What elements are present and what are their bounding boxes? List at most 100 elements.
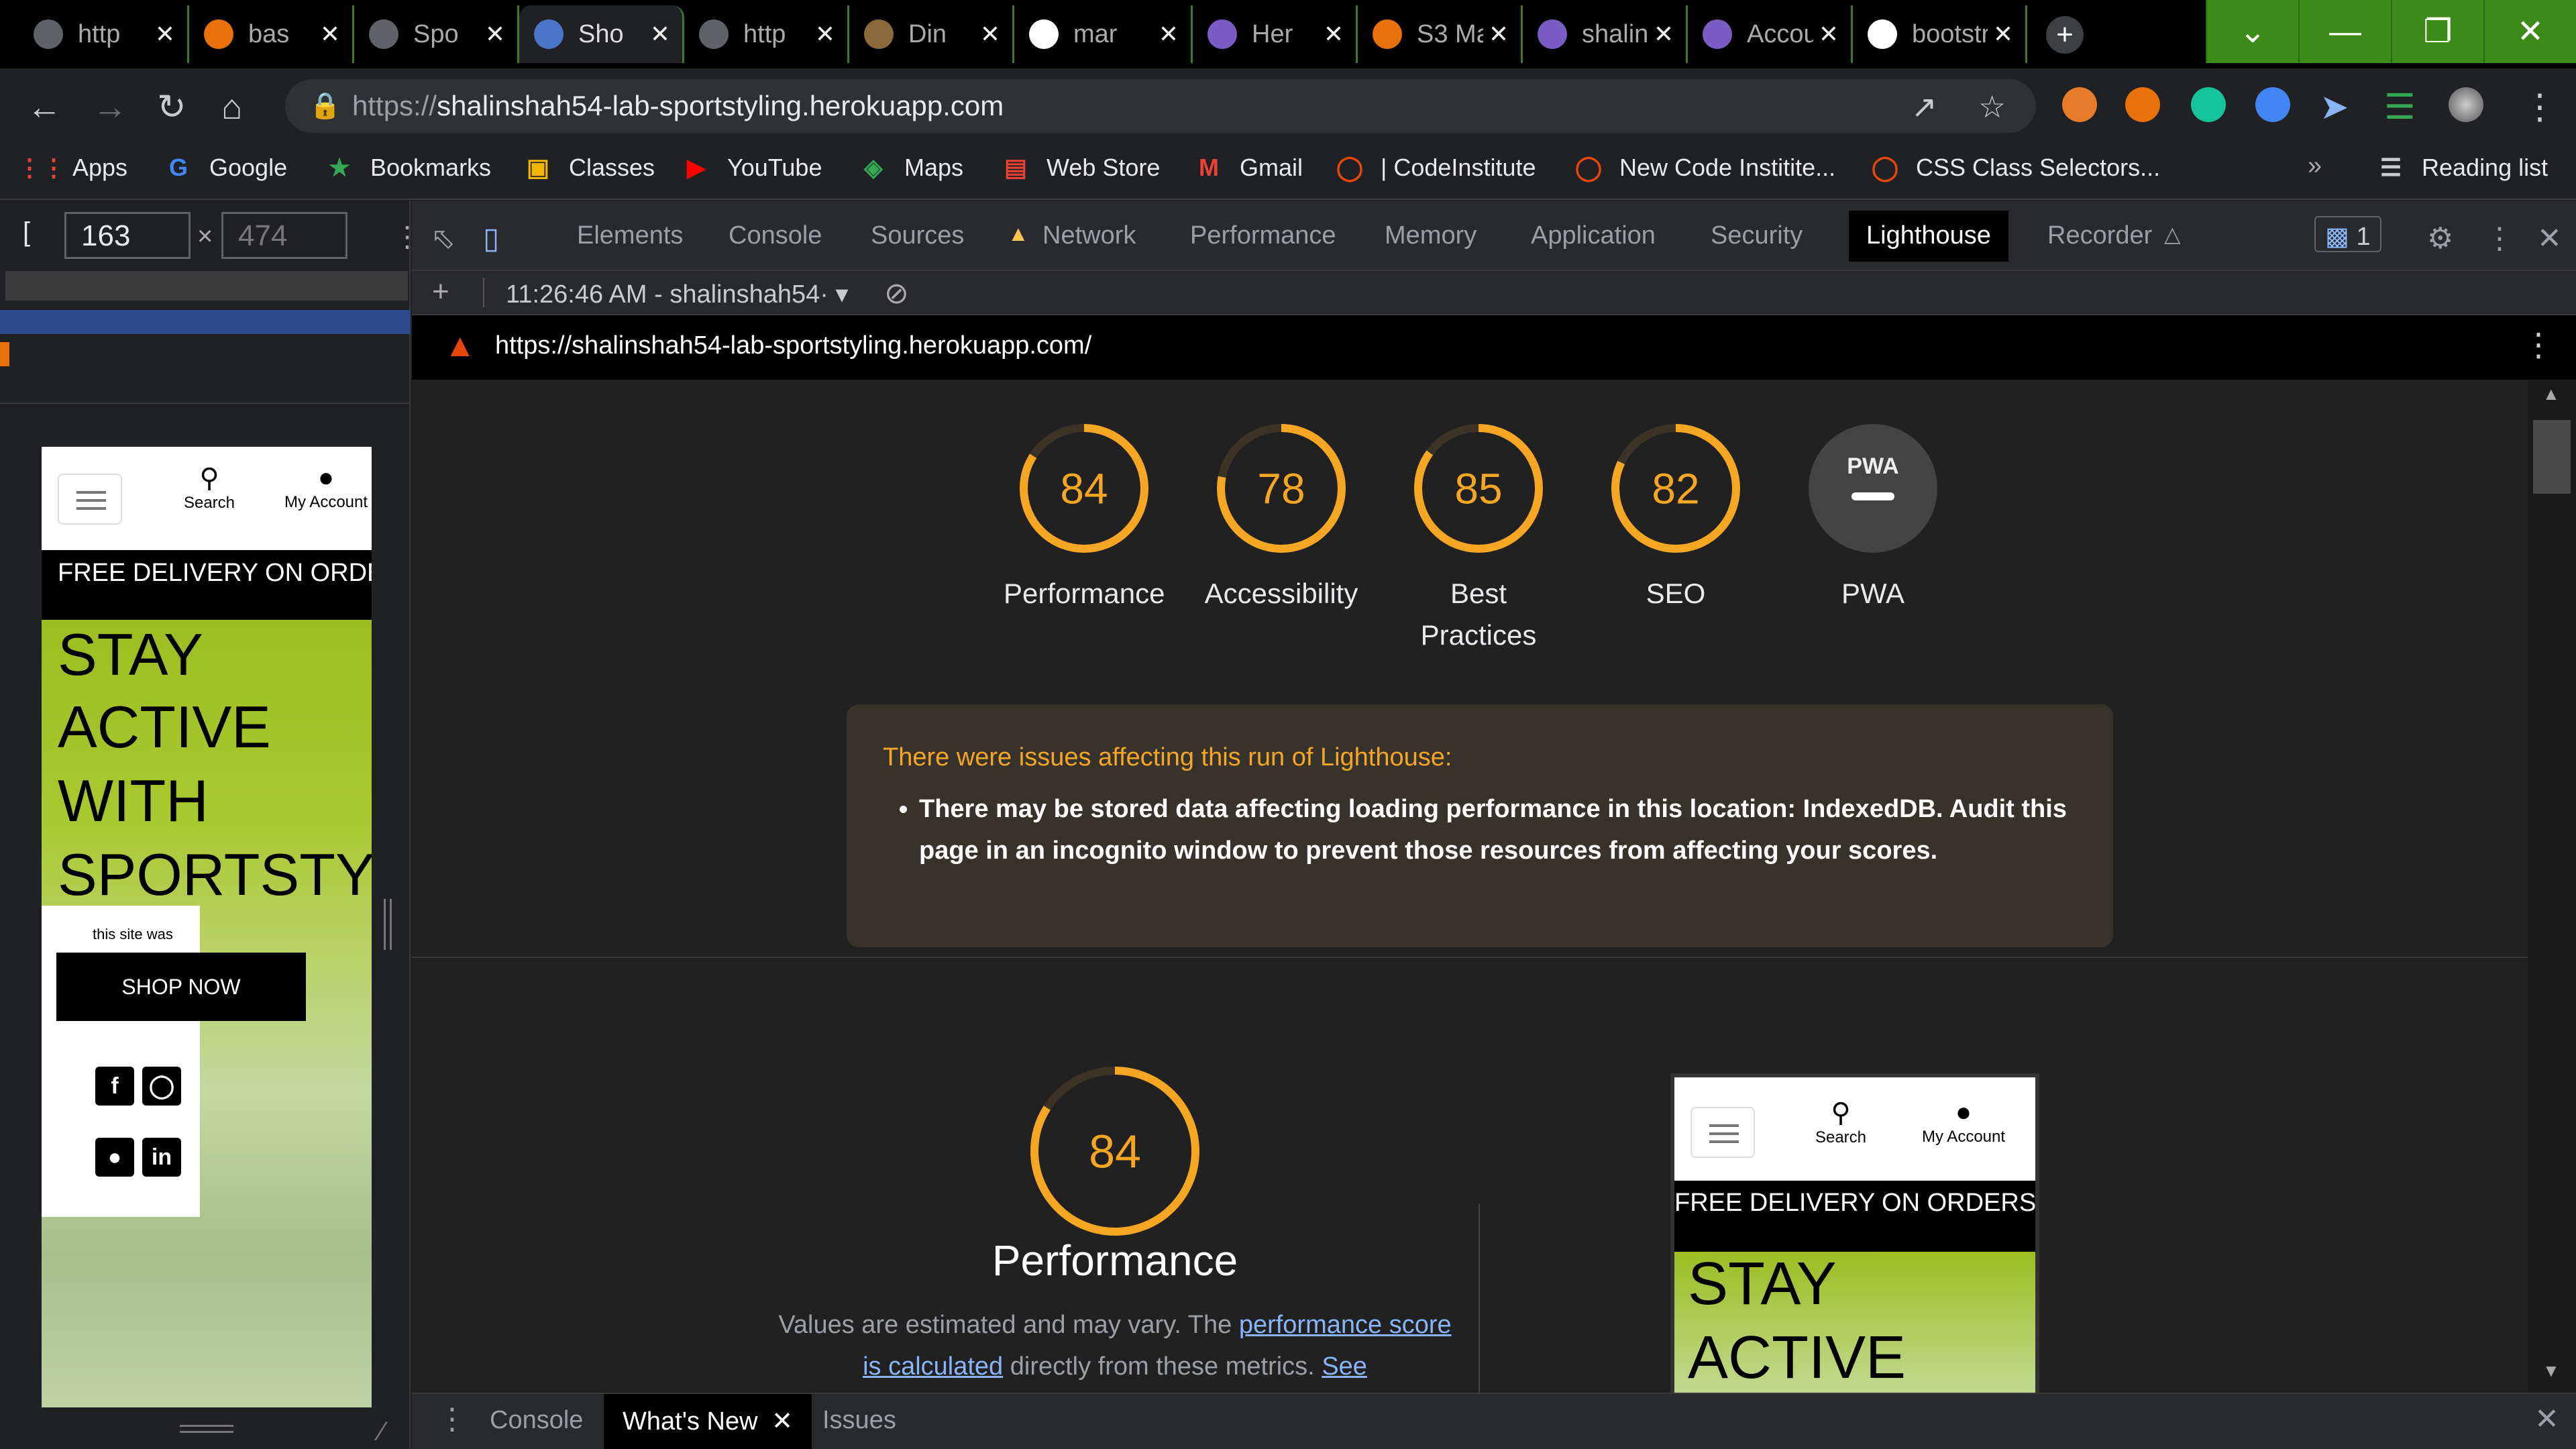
- bookmark-9[interactable]: ◯ New Code Institite...: [1574, 153, 1835, 182]
- tab-2[interactable]: Spo ✕: [354, 5, 519, 63]
- issues-counter[interactable]: ▩ 1: [2314, 216, 2381, 252]
- cursor-extension-icon[interactable]: ➤: [2320, 87, 2349, 127]
- back-icon[interactable]: ←: [27, 87, 62, 127]
- gauge-accessibility[interactable]: 78 Accessibility: [1183, 421, 1380, 614]
- report-url[interactable]: https://shalinshah54-lab-sportstyling.he…: [495, 331, 1091, 360]
- drawer-tab-issues[interactable]: Issues: [822, 1406, 896, 1435]
- tab-3[interactable]: Sho ✕: [519, 5, 684, 63]
- device-height-input[interactable]: 474: [221, 212, 347, 259]
- new-tab-button[interactable]: +: [2046, 16, 2084, 54]
- close-drawer-icon[interactable]: ✕: [2534, 1402, 2559, 1436]
- bookmark-1[interactable]: G Google: [164, 153, 287, 182]
- close-window-button[interactable]: ✕: [2483, 0, 2576, 63]
- clear-reports-icon[interactable]: ⊘: [884, 276, 909, 311]
- tab-5[interactable]: Din ✕: [849, 5, 1014, 63]
- tab-1[interactable]: bas ✕: [189, 5, 354, 63]
- profile-avatar[interactable]: [2449, 87, 2483, 122]
- share-icon[interactable]: ↗: [1911, 89, 1937, 125]
- tab-security[interactable]: Security: [1711, 221, 1803, 250]
- address-url[interactable]: https://shalinshah54-lab-sportstyling.he…: [352, 90, 1004, 122]
- pane-resize-handle[interactable]: [384, 899, 392, 950]
- shop-now-button[interactable]: SHOP NOW: [56, 953, 306, 1021]
- github-icon[interactable]: ●: [95, 1138, 134, 1177]
- tab-search-button[interactable]: ⌄: [2206, 0, 2298, 63]
- device-width-input[interactable]: 163: [64, 212, 191, 259]
- gauge-performance[interactable]: 84 Performance: [985, 421, 1183, 614]
- scroll-thumb[interactable]: [2533, 420, 2571, 494]
- report-menu-icon[interactable]: ⋮: [2522, 326, 2555, 364]
- close-tab-icon[interactable]: ✕: [320, 20, 340, 48]
- bookmark-4[interactable]: ▶ YouTube: [682, 153, 822, 182]
- tab-sources[interactable]: Sources: [871, 221, 964, 250]
- bookmark-7[interactable]: M Gmail: [1194, 153, 1303, 182]
- bookmarks-overflow[interactable]: »: [2308, 152, 2322, 180]
- linkedin-icon[interactable]: in: [142, 1138, 181, 1177]
- breakpoint-bar-blue[interactable]: [0, 310, 411, 334]
- tab-10[interactable]: Account✕: [1688, 5, 1853, 63]
- bookmark-10[interactable]: ◯ CSS Class Selectors...: [1870, 153, 2160, 182]
- new-report-icon[interactable]: +: [432, 275, 449, 309]
- bookmark-8[interactable]: ◯ | CodeInstitute: [1335, 153, 1536, 182]
- media-query-bar[interactable]: [5, 271, 408, 301]
- address-bar[interactable]: 🔒 https://shalinshah54-lab-sportstyling.…: [285, 79, 2036, 133]
- tab-8[interactable]: S3 Man✕: [1358, 5, 1523, 63]
- tab-network[interactable]: Network: [1042, 221, 1136, 250]
- site-search-button[interactable]: ⚲ Search: [168, 463, 251, 513]
- reload-icon[interactable]: ↻: [157, 87, 186, 127]
- chrome-extension-icon[interactable]: [2255, 87, 2290, 122]
- puzzle-icon[interactable]: ☰: [2384, 87, 2416, 127]
- facebook-icon[interactable]: f: [95, 1067, 134, 1106]
- close-devtools-icon[interactable]: ✕: [2537, 221, 2562, 256]
- extension-color-icon[interactable]: [2062, 87, 2097, 122]
- tab-application[interactable]: Application: [1531, 221, 1656, 250]
- tab-11[interactable]: bootstra✕: [1853, 5, 2027, 63]
- see-link[interactable]: See: [1322, 1352, 1367, 1381]
- breakpoint-bar-orange[interactable]: [0, 342, 9, 366]
- tab-memory[interactable]: Memory: [1385, 221, 1477, 250]
- restore-button[interactable]: ❐: [2391, 0, 2483, 63]
- bookmark-5[interactable]: ◈ Maps: [859, 153, 963, 182]
- device-resize-corner[interactable]: ∕: [380, 1417, 384, 1447]
- device-height-handle[interactable]: [180, 1425, 233, 1433]
- report-select[interactable]: 11:26:46 AM - shalinshah54· ▾: [506, 279, 849, 309]
- tab-0[interactable]: http ✕: [19, 5, 189, 63]
- tab-6[interactable]: mar ✕: [1014, 5, 1193, 63]
- gauge-seo[interactable]: 82 SEO: [1577, 421, 1774, 614]
- kebab-menu-icon[interactable]: ⋮: [2522, 87, 2557, 127]
- devtools-menu-icon[interactable]: ⋮: [2485, 221, 2514, 256]
- close-tab-icon[interactable]: ✕: [1819, 20, 1839, 48]
- scroll-down-icon[interactable]: ▼: [2542, 1360, 2560, 1381]
- drawer-menu-icon[interactable]: ⋮: [437, 1402, 467, 1436]
- close-tab-icon[interactable]: ✕: [650, 20, 670, 48]
- tab-4[interactable]: http ✕: [684, 5, 849, 63]
- close-tab-icon[interactable]: ✕: [1159, 20, 1179, 48]
- close-tab-icon[interactable]: ✕: [771, 1407, 793, 1436]
- instagram-icon[interactable]: ◯: [142, 1067, 181, 1106]
- close-tab-icon[interactable]: ✕: [1654, 20, 1674, 48]
- bookmark-3[interactable]: ▣ Classes: [523, 153, 655, 182]
- inspect-element-icon[interactable]: ⬁: [431, 221, 455, 256]
- tab-console[interactable]: Console: [729, 221, 822, 250]
- gauge-best-practices[interactable]: 85 Best Practices: [1380, 421, 1577, 656]
- site-account-button[interactable]: ● My Account: [279, 463, 372, 512]
- tab-lighthouse[interactable]: Lighthouse: [1849, 211, 2008, 262]
- forward-icon[interactable]: →: [93, 87, 127, 127]
- close-tab-icon[interactable]: ✕: [815, 20, 835, 48]
- grammarly-extension-icon[interactable]: [2125, 87, 2160, 122]
- tab-recorder[interactable]: Recorder: [2047, 221, 2152, 250]
- close-tab-icon[interactable]: ✕: [1324, 20, 1344, 48]
- hamburger-menu-icon[interactable]: [58, 474, 122, 525]
- report-scrollbar[interactable]: ▲ ▼: [2528, 380, 2576, 1393]
- close-tab-icon[interactable]: ✕: [1993, 20, 2013, 48]
- grammarly-g-extension-icon[interactable]: [2191, 87, 2226, 122]
- drawer-tab-console[interactable]: Console: [490, 1406, 583, 1435]
- bookmark-0[interactable]: ⋮⋮ Apps: [17, 153, 127, 182]
- bookmark-2[interactable]: ★ Bookmarks: [325, 153, 491, 182]
- settings-gear-icon[interactable]: ⚙: [2427, 221, 2453, 256]
- drawer-tab-whats-new[interactable]: What's New ✕: [604, 1394, 812, 1449]
- minimize-button[interactable]: —: [2298, 0, 2391, 63]
- bookmark-star-icon[interactable]: ☆: [1978, 89, 2006, 125]
- tab-performance[interactable]: Performance: [1190, 221, 1336, 250]
- bookmark-6[interactable]: ▤ Web Store: [1001, 153, 1160, 182]
- reading-list-button[interactable]: ☰ Reading list: [2376, 153, 2548, 182]
